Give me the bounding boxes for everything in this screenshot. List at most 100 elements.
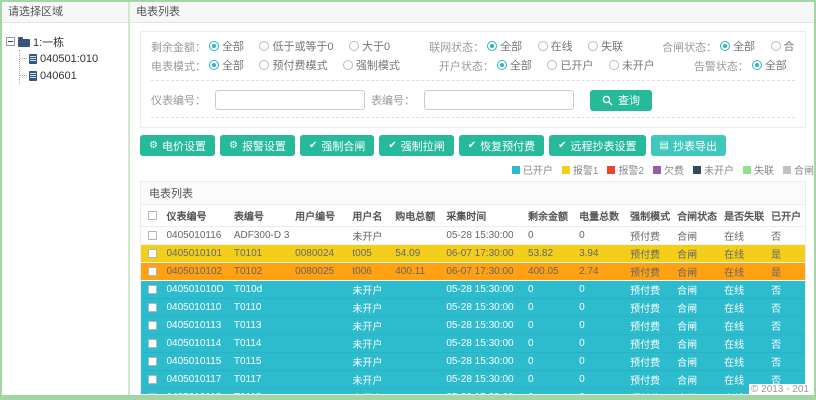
tree-node-root[interactable]: 1:一栋: [6, 33, 124, 50]
radio-option[interactable]: 全部: [209, 57, 244, 73]
radio-option[interactable]: 强制模式: [342, 57, 400, 73]
radio-icon[interactable]: [547, 59, 558, 70]
radio-icon[interactable]: [209, 59, 219, 70]
radio-option[interactable]: 大于0: [349, 38, 390, 54]
button-icon: ▤: [659, 139, 669, 151]
region-tree: 1:一栋 040501:010 040601: [2, 23, 128, 94]
radio-option[interactable]: 在线: [537, 38, 573, 54]
radio-icon[interactable]: [487, 40, 498, 51]
table-row[interactable]: 0405010117 T0117 未开户 05-28 15:30:00 0 0 …: [141, 370, 805, 389]
radio-label: 全部: [222, 59, 244, 72]
tree-node[interactable]: 040501:010: [20, 50, 124, 67]
filter-panel: 剩余金额： 全部 低于或等于0 大于0 联网状态： 全部 在线 失联 合闸状态：…: [140, 31, 806, 128]
radio-icon[interactable]: [537, 40, 548, 51]
column-header[interactable]: 购电总额: [392, 205, 444, 227]
toolbar-button[interactable]: ⚙ 电价设置: [140, 135, 215, 156]
row-checkbox[interactable]: [147, 248, 157, 258]
radio-option[interactable]: 合闸: [770, 38, 795, 54]
row-checkbox[interactable]: [147, 266, 157, 276]
radio-icon[interactable]: [496, 59, 507, 70]
radio-icon[interactable]: [588, 40, 599, 51]
meter-code-input[interactable]: [424, 90, 574, 110]
radio-option[interactable]: 预付费模式: [259, 57, 327, 73]
table-row[interactable]: 0405010110 T0110 未开户 05-28 15:30:00 0 0 …: [141, 298, 805, 317]
radio-icon[interactable]: [770, 40, 781, 51]
column-header[interactable]: 用户编号: [292, 205, 350, 227]
column-header[interactable]: 是否失联: [721, 205, 769, 227]
tree-node[interactable]: 040601: [20, 67, 124, 84]
row-checkbox[interactable]: [147, 374, 157, 384]
table-cell: 合闸: [674, 244, 722, 263]
radio-icon[interactable]: [751, 59, 762, 70]
radio-option[interactable]: 全部: [720, 38, 755, 54]
radio-option[interactable]: 全部: [209, 38, 244, 54]
table-cell: 预付费: [627, 226, 675, 245]
table-cell: 06-07 17:30:00: [443, 244, 526, 263]
select-all-checkbox[interactable]: [147, 210, 157, 220]
column-header[interactable]: 电量总数: [576, 205, 628, 227]
row-checkbox[interactable]: [147, 392, 157, 394]
radio-group: 全部 预付费模式 强制模式: [209, 57, 411, 75]
table-row[interactable]: 0405010115 T0115 未开户 05-28 15:30:00 0 0 …: [141, 352, 805, 371]
toolbar-button[interactable]: ✔ 强制拉闸: [379, 135, 454, 156]
table-cell: 0405010117: [163, 370, 231, 389]
radio-option[interactable]: 全部: [496, 57, 532, 73]
radio-option[interactable]: 已开户: [547, 57, 593, 73]
table-cell: 是: [768, 244, 805, 263]
column-header[interactable]: 合闸状态: [674, 205, 722, 227]
table-cell: 0: [525, 334, 577, 353]
toolbar-button[interactable]: ✔ 远程抄表设置: [549, 135, 646, 156]
column-header[interactable]: 剩余金额: [525, 205, 577, 227]
table-row[interactable]: 0405010102 T0102 0080025 t006 400.11 06-…: [141, 262, 805, 281]
row-checkbox[interactable]: [147, 302, 157, 312]
radio-icon[interactable]: [720, 40, 731, 51]
row-checkbox[interactable]: [147, 356, 157, 366]
meter-code-label: 表编号：: [371, 95, 415, 107]
table-cell: 预付费: [627, 316, 675, 335]
radio-icon[interactable]: [608, 59, 619, 70]
table-row[interactable]: 0405010114 T0114 未开户 05-28 15:30:00 0 0 …: [141, 334, 805, 353]
radio-option[interactable]: 失联: [588, 38, 623, 54]
table-row[interactable]: 0405010118 T0118 未开户 05: [141, 388, 805, 394]
query-button[interactable]: 查询: [590, 89, 652, 111]
radio-option[interactable]: 低于或等于0: [259, 38, 334, 54]
table-row[interactable]: 040501010D T010d 未开户 05-28 15:30:00 0 0 …: [141, 280, 805, 299]
radio-icon[interactable]: [259, 59, 270, 70]
table-cell: [392, 280, 444, 299]
column-header[interactable]: 采集时间: [443, 205, 526, 227]
radio-icon[interactable]: [342, 59, 353, 70]
toolbar-button[interactable]: ✔ 恢复预付费: [458, 135, 545, 156]
table-cell: 否: [768, 334, 805, 353]
row-checkbox-cell: [141, 334, 164, 353]
radio-icon[interactable]: [259, 40, 270, 51]
table-cell: 0: [576, 352, 628, 371]
radio-icon[interactable]: [349, 40, 360, 51]
table-row[interactable]: 0405010101 T0101 0080024 t005 54.09 06-0…: [141, 244, 805, 263]
table-cell: 否: [768, 316, 805, 335]
row-checkbox[interactable]: [147, 338, 157, 348]
toolbar-button[interactable]: ✔ 强制合闸: [299, 135, 375, 156]
toolbar: ⚙ 电价设置 ⚙ 报警设置 ✔ 强制合闸 ✔ 强制拉闸 ✔ 恢复预付费 ✔ 远程…: [140, 135, 806, 156]
legend-swatch: [783, 165, 791, 174]
column-header[interactable]: 表编号: [230, 205, 293, 227]
column-header[interactable]: 用户名: [349, 205, 393, 227]
radio-icon[interactable]: [209, 40, 219, 51]
column-header[interactable]: 已开户: [768, 205, 805, 227]
table-row[interactable]: 0405010116 ADF300-D 3 未开户 05-28 15:30:00…: [141, 226, 805, 245]
radio-option[interactable]: 未开户: [608, 57, 655, 73]
table-row[interactable]: 0405010113 T0113 未开户 05-28 15:30:00 0 0 …: [141, 316, 805, 335]
page-title: 电表列表: [130, 2, 814, 23]
radio-group: 全部 合闸 拉闸: [720, 38, 795, 56]
radio-option[interactable]: 全部: [487, 38, 522, 54]
column-header[interactable]: 仪表编号: [163, 205, 231, 227]
meter-no-input[interactable]: [215, 90, 365, 110]
column-header[interactable]: 强制模式: [627, 205, 675, 227]
toolbar-button[interactable]: ▤ 抄表导出: [650, 135, 726, 156]
row-checkbox[interactable]: [147, 320, 157, 330]
row-checkbox[interactable]: [147, 230, 157, 240]
table-cell: 在线: [721, 316, 769, 335]
row-checkbox[interactable]: [147, 284, 157, 294]
collapse-icon[interactable]: [6, 37, 15, 46]
toolbar-button[interactable]: ⚙ 报警设置: [219, 135, 295, 156]
radio-option[interactable]: 全部: [751, 57, 787, 73]
